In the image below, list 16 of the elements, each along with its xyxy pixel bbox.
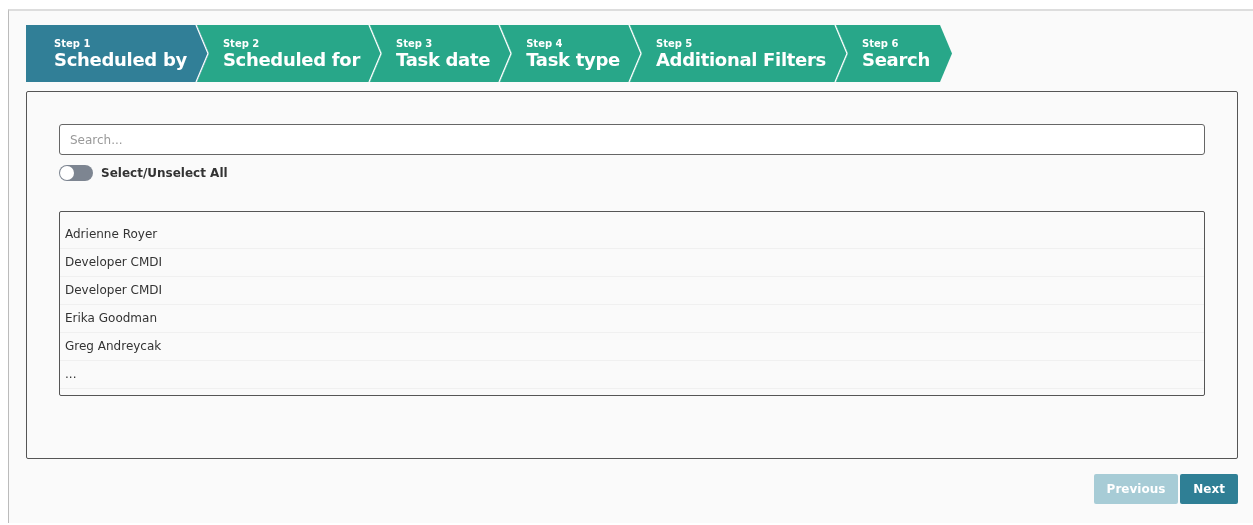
list-item[interactable]: Adrienne Royer [60,221,1204,249]
list-item[interactable]: Greg Andreycak [60,333,1204,361]
search-field[interactable]: Search... [59,124,1205,155]
toggle-label: Select/Unselect All [101,166,228,180]
list-item[interactable]: Erika Goodman [60,305,1204,333]
list-item[interactable]: Developer CMDI [60,249,1204,277]
next-button[interactable]: Next [1180,474,1238,504]
chevron-icon [367,25,382,82]
chevron-icon [834,25,849,82]
chevron-icon [498,25,513,82]
list-item[interactable]: ... [60,361,1204,389]
chevron-icon [194,25,209,82]
toggle-switch[interactable] [59,165,93,181]
list-item[interactable]: Developer CMDI [60,277,1204,305]
chevron-icon [627,25,642,82]
chevron-icon [937,25,952,82]
